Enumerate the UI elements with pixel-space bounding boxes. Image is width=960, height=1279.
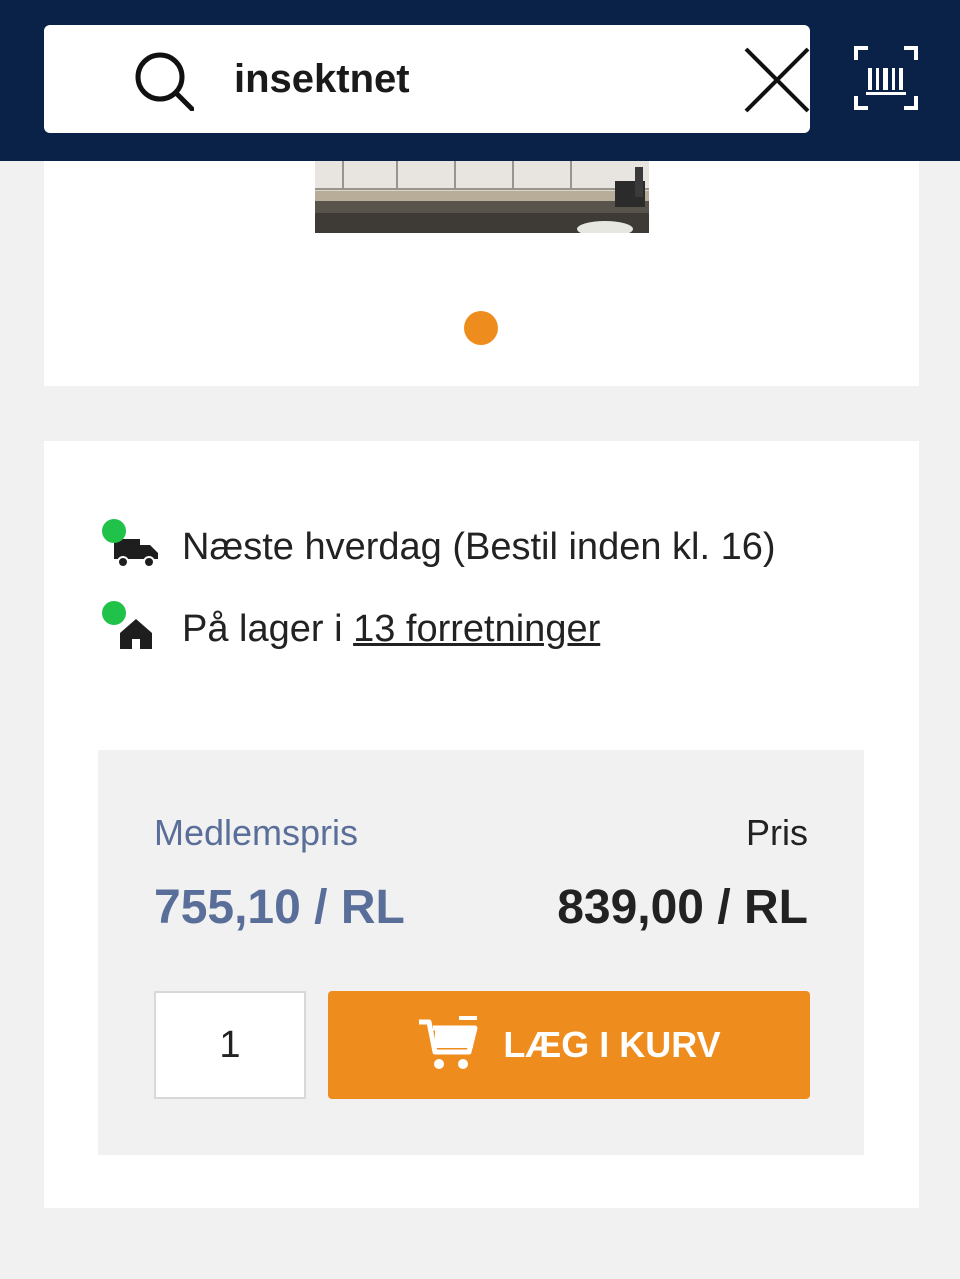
carousel-dot[interactable] [464, 311, 498, 345]
status-dot [102, 519, 126, 543]
add-to-cart-button[interactable]: LÆG I KURV [328, 991, 810, 1099]
product-gallery [44, 161, 919, 386]
cart-icon [419, 1016, 478, 1069]
quantity-input[interactable] [154, 991, 306, 1099]
top-bar [0, 0, 960, 161]
price-value: 839,00 / RL [557, 881, 808, 934]
price-box: Medlemspris Pris 755,10 / RL 839,00 / RL… [98, 750, 864, 1155]
stock-prefix: På lager i [182, 608, 354, 650]
product-image[interactable] [315, 161, 649, 233]
search-icon[interactable] [132, 49, 194, 111]
close-icon[interactable] [736, 41, 816, 121]
purchase-card: Næste hverdag (Bestil inden kl. 16) På l… [44, 441, 919, 1208]
search-input[interactable] [234, 51, 694, 107]
member-price-value: 755,10 / RL [154, 881, 405, 934]
search-box[interactable] [44, 25, 810, 133]
add-to-cart-label: LÆG I KURV [503, 1024, 721, 1065]
status-dot [102, 601, 126, 625]
store-home-icon [100, 601, 160, 661]
stock-text: På lager i 13 forretninger [182, 608, 600, 651]
delivery-text: Næste hverdag (Bestil inden kl. 16) [182, 526, 776, 568]
stock-row: På lager i 13 forretninger [100, 601, 880, 661]
delivery-row: Næste hverdag (Bestil inden kl. 16) [100, 519, 880, 579]
member-price-label: Medlemspris [154, 812, 359, 853]
price-label: Pris [746, 812, 808, 853]
delivery-truck-icon [100, 519, 160, 579]
barcode-scan-icon[interactable] [852, 44, 920, 112]
stores-link[interactable]: 13 forretninger [353, 608, 600, 650]
